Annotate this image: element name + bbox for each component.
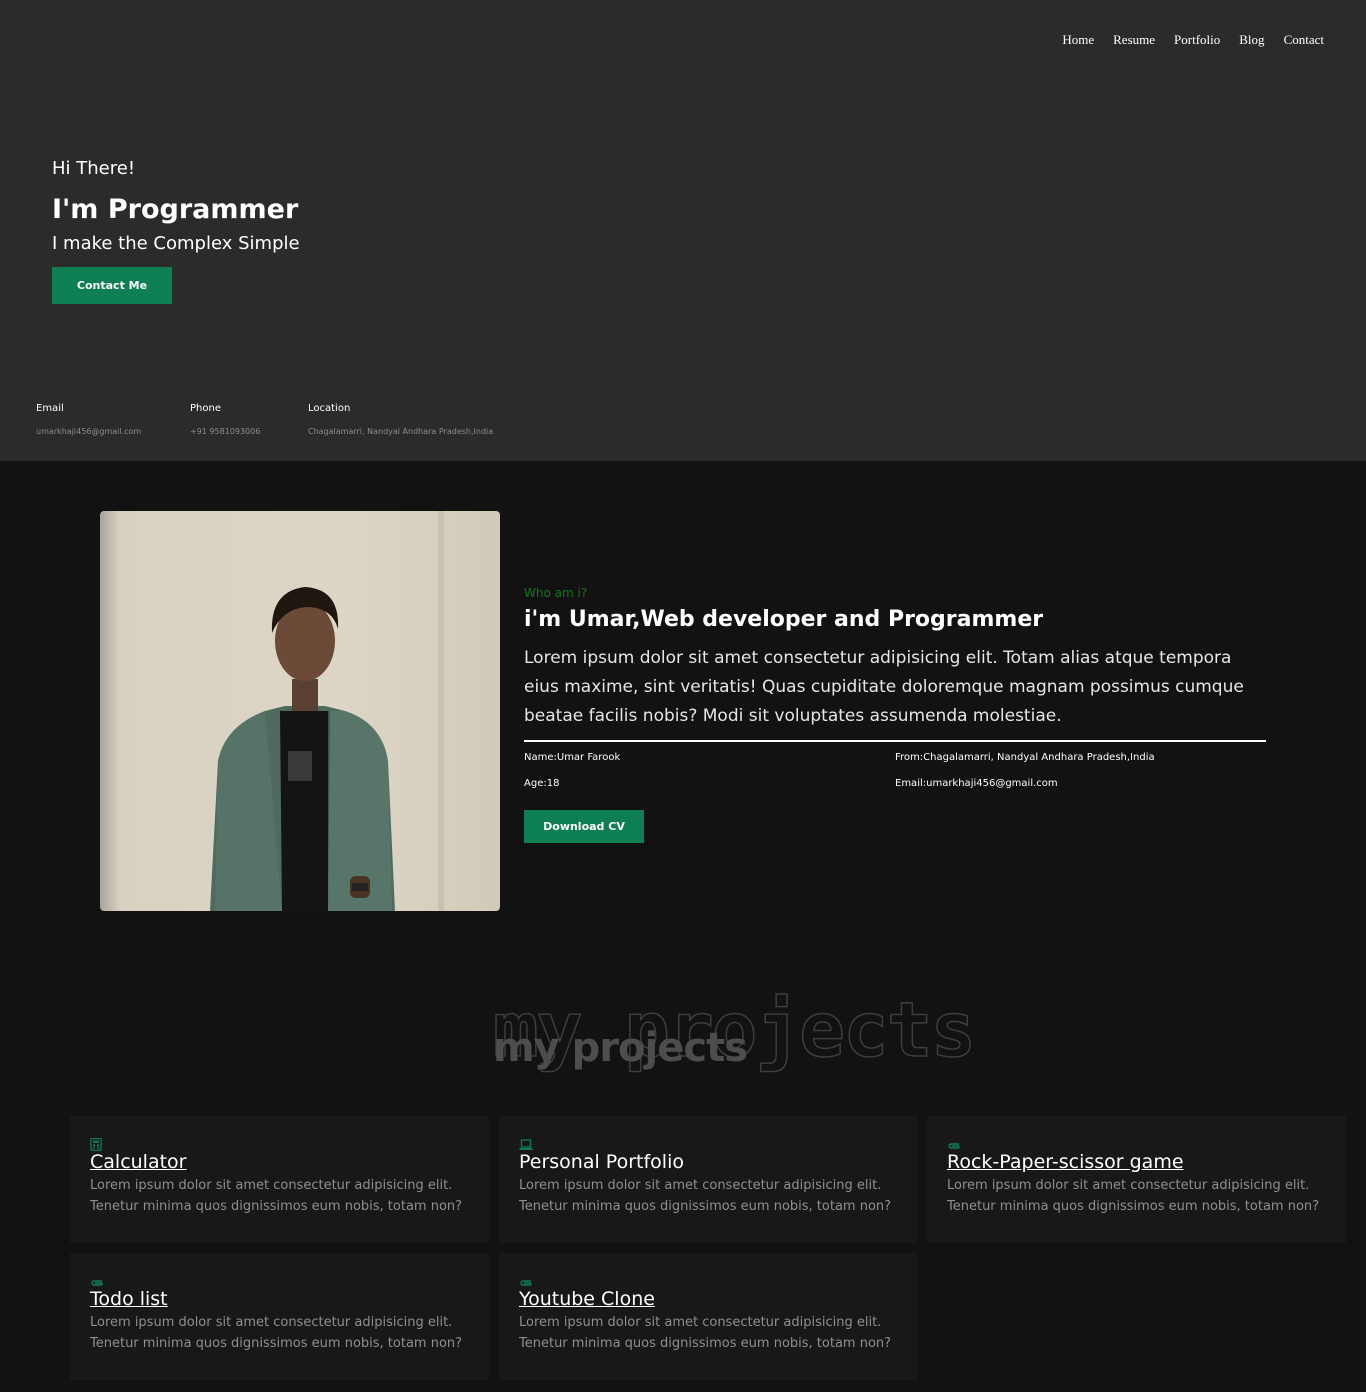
project-desc-line2: Tenetur minima quos dignissimos eum nobi… <box>519 1199 892 1214</box>
project-desc-line1: Lorem ipsum dolor sit amet consectetur a… <box>519 1315 882 1330</box>
info-email-value: umarkhaji456@gmail.com <box>36 427 142 436</box>
paperclip-icon <box>90 1273 469 1287</box>
project-card-portfolio[interactable]: Personal Portfolio Lorem ipsum dolor sit… <box>499 1116 918 1243</box>
project-title[interactable]: Todo list <box>90 1287 469 1311</box>
nav-blog[interactable]: Blog <box>1239 32 1264 48</box>
project-card-todo[interactable]: Todo list Lorem ipsum dolor sit amet con… <box>70 1253 489 1380</box>
laptop-icon <box>519 1136 898 1150</box>
nav-portfolio[interactable]: Portfolio <box>1174 32 1220 48</box>
project-title[interactable]: Personal Portfolio <box>519 1150 898 1174</box>
hero-section: Home Resume Portfolio Blog Contact Hi Th… <box>0 0 1366 461</box>
project-card-youtube[interactable]: Youtube Clone Lorem ipsum dolor sit amet… <box>499 1253 918 1380</box>
hero-title: I'm Programmer <box>52 194 299 225</box>
info-phone: Phone +91 9581093006 <box>190 403 260 436</box>
about-heading: i'm Umar,Web developer and Programmer <box>524 607 1044 632</box>
profile-photo <box>100 511 500 911</box>
hero-tagline: I make the Complex Simple <box>52 233 300 254</box>
paperclip-icon <box>519 1273 898 1287</box>
project-card-rps[interactable]: Rock-Paper-scissor game Lorem ipsum dolo… <box>927 1116 1346 1243</box>
project-desc-line2: Tenetur minima quos dignissimos eum nobi… <box>947 1199 1320 1214</box>
project-title[interactable]: Calculator <box>90 1150 469 1174</box>
download-cv-button[interactable]: Download CV <box>524 810 644 843</box>
info-email: Email umarkhaji456@gmail.com <box>36 403 141 436</box>
fact-name: Name:Umar Farook <box>524 752 621 763</box>
main-nav: Home Resume Portfolio Blog Contact <box>1062 32 1324 48</box>
project-desc-line2: Tenetur minima quos dignissimos eum nobi… <box>519 1336 892 1351</box>
divider <box>524 740 1266 742</box>
info-phone-label: Phone <box>190 403 221 414</box>
project-desc-line1: Lorem ipsum dolor sit amet consectetur a… <box>90 1178 453 1193</box>
nav-home[interactable]: Home <box>1062 32 1094 48</box>
paperclip-icon <box>947 1136 1326 1150</box>
person-illustration <box>210 511 444 911</box>
projects-heading-solid: my projects <box>493 1025 748 1071</box>
calculator-icon <box>90 1136 469 1152</box>
fact-age: Age:18 <box>524 778 560 789</box>
project-card-calculator[interactable]: Calculator Lorem ipsum dolor sit amet co… <box>70 1116 489 1243</box>
info-email-label: Email <box>36 403 64 414</box>
fact-email: Email:umarkhaji456@gmail.com <box>895 778 1058 789</box>
contact-me-button[interactable]: Contact Me <box>52 267 172 304</box>
project-desc-line1: Lorem ipsum dolor sit amet consectetur a… <box>519 1178 882 1193</box>
nav-resume[interactable]: Resume <box>1113 32 1155 48</box>
project-desc-line2: Tenetur minima quos dignissimos eum nobi… <box>90 1336 463 1351</box>
project-desc-line2: Tenetur minima quos dignissimos eum nobi… <box>90 1199 463 1214</box>
project-title[interactable]: Youtube Clone <box>519 1287 898 1311</box>
project-desc-line1: Lorem ipsum dolor sit amet consectetur a… <box>90 1315 453 1330</box>
about-body: Lorem ipsum dolor sit amet consectetur a… <box>524 648 1244 726</box>
project-desc-line1: Lorem ipsum dolor sit amet consectetur a… <box>947 1178 1310 1193</box>
hero-greeting: Hi There! <box>52 158 136 179</box>
hero-text: Hi There! I'm Programmer I make the Comp… <box>52 158 300 304</box>
info-location-label: Location <box>308 403 351 414</box>
about-kicker: Who am i? <box>524 586 588 600</box>
projects-heading: my projects my projects <box>0 984 1366 1085</box>
info-location-value: Chagalamarri, Nandyal Andhara Pradesh,In… <box>308 427 494 436</box>
about-section: Who am i? i'm Umar,Web developer and Pro… <box>524 586 1266 843</box>
about-facts: Name:Umar Farook From:Chagalamarri, Nand… <box>524 752 1266 790</box>
info-location: Location Chagalamarri, Nandyal Andhara P… <box>308 403 493 436</box>
nav-contact[interactable]: Contact <box>1284 32 1324 48</box>
fact-from: From:Chagalamarri, Nandyal Andhara Prade… <box>895 752 1155 763</box>
info-phone-value: +91 9581093006 <box>190 427 261 436</box>
project-title[interactable]: Rock-Paper-scissor game <box>947 1150 1326 1174</box>
